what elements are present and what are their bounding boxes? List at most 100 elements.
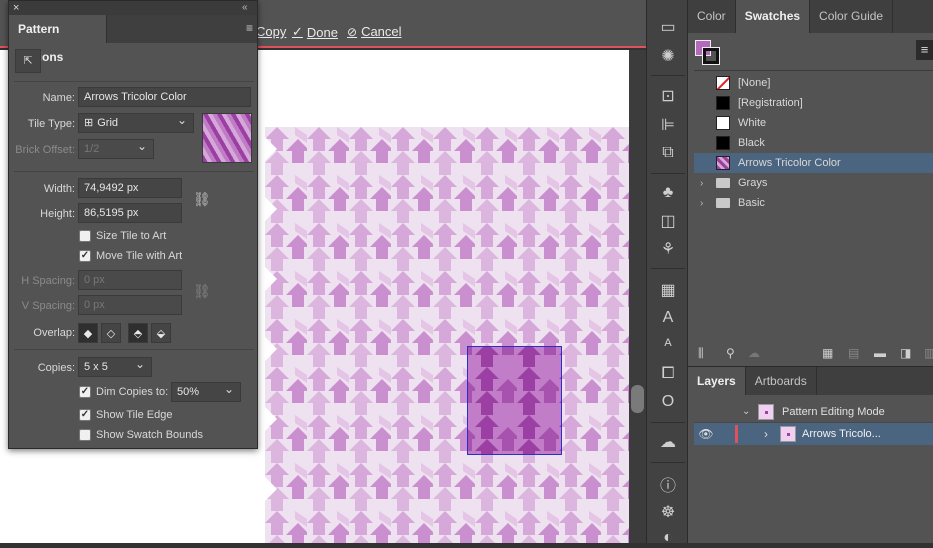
color-group-icon[interactable]: ▤ [848, 346, 859, 360]
cc-libraries-icon[interactable]: ☁ [658, 432, 678, 452]
glyphs-icon[interactable]: O [658, 392, 678, 412]
artboard-icon[interactable]: ▭ [658, 17, 678, 37]
tab-color-guide[interactable]: Color Guide [810, 0, 894, 33]
navigator-icon[interactable]: ☸ [658, 502, 678, 522]
visibility-eye-icon[interactable]: 👁 [694, 427, 718, 441]
paragraph-icon[interactable]: ᴬ [658, 336, 678, 356]
layer-thumbnail [758, 403, 774, 420]
overlap-right-in-front-button[interactable]: ◇ [101, 323, 121, 343]
panel-menu-icon[interactable]: ≡ [916, 40, 933, 60]
tab-artboards[interactable]: Artboards [746, 367, 817, 395]
pattern-tile-tool-icon[interactable]: ⇱ [15, 49, 41, 73]
swatch-group-grays[interactable]: › Grays [694, 173, 933, 193]
overlap-top-in-front-button[interactable]: ⬘ [128, 323, 148, 343]
tile-thumbnail [202, 113, 252, 163]
dim-copies-select[interactable]: 50% [171, 380, 241, 402]
delete-icon[interactable]: ▥ [924, 346, 933, 360]
tab-color[interactable]: Color [688, 0, 736, 33]
layers-panel: Layers Artboards ⌄ Pattern Editing Mode … [688, 366, 933, 543]
dialog-titlebar[interactable]: × « [9, 1, 257, 15]
graphic-styles-icon[interactable]: ◫ [658, 211, 678, 231]
tab-swatches[interactable]: Swatches [735, 0, 811, 33]
move-tile-checkbox[interactable]: ✓ Move Tile with Art [79, 250, 182, 262]
symbols-icon[interactable]: ♣ [658, 183, 678, 203]
dialog-menu-icon[interactable]: ≡ [246, 21, 253, 35]
copies-select[interactable]: 5 x 5 [78, 355, 152, 377]
folder-icon [716, 178, 730, 188]
tile-type-label: Tile Type: [27, 118, 75, 130]
v-spacing-input[interactable]: 0 px [78, 295, 182, 315]
overlap-bottom-in-front-button[interactable]: ⬙ [151, 323, 171, 343]
layer-thumbnail [780, 426, 796, 442]
h-spacing-input[interactable]: 0 px [78, 270, 182, 290]
new-swatch-icon[interactable]: ◨ [900, 346, 911, 360]
character-icon[interactable]: A [658, 308, 678, 328]
name-input[interactable]: Arrows Tricolor Color [78, 87, 251, 107]
cancel-button[interactable]: ⊘ Cancel [347, 24, 402, 39]
checkmark-icon: ✓ [292, 24, 303, 39]
new-group-icon[interactable]: ▬ [874, 346, 886, 360]
overlap-left-in-front-button[interactable]: ◆ [78, 323, 98, 343]
layer-row-selected[interactable]: 👁 › Arrows Tricolo... [694, 423, 933, 445]
swatch-options-icon[interactable]: ▦ [822, 346, 833, 360]
vertical-scrollbar[interactable] [629, 50, 646, 543]
height-input[interactable]: 86,5195 px [78, 203, 182, 223]
swatch-white[interactable]: White [694, 113, 933, 133]
chevron-down-icon[interactable]: ⌄ [742, 406, 758, 417]
chevron-right-icon[interactable]: › [700, 178, 710, 189]
width-input[interactable]: 74,9492 px [78, 178, 182, 198]
cloud-icon[interactable]: ☁ [748, 346, 760, 360]
tab-layers[interactable]: Layers [688, 367, 746, 395]
swatches-panel-tabs: Color Swatches Color Guide [688, 0, 933, 33]
swatch-arrows-tricolor[interactable]: Arrows Tricolor Color [694, 153, 933, 173]
none-swatch-chip [716, 76, 730, 90]
done-button[interactable]: ✓ Done [292, 24, 338, 40]
opentype-icon[interactable]: ⧠ [658, 364, 678, 384]
collapse-icon[interactable]: « [242, 1, 248, 15]
show-tile-edge-checkbox[interactable]: ✓ Show Tile Edge [79, 409, 172, 421]
size-tile-checkbox[interactable]: Size Tile to Art [79, 230, 166, 242]
pattern-tile[interactable] [468, 347, 561, 454]
swatch-none[interactable]: [None] [694, 73, 933, 93]
scrollbar-thumb[interactable] [631, 385, 644, 413]
info-icon[interactable]: ⓘ [658, 474, 678, 495]
close-icon[interactable]: × [13, 1, 19, 15]
tile-type-select[interactable]: ⊞ Grid [78, 111, 194, 133]
link-spacing-icon[interactable]: ⛓ [193, 283, 211, 300]
black-swatch-chip [716, 136, 730, 150]
cancel-icon: ⊘ [347, 24, 358, 39]
show-kinds-icon[interactable]: ⚲ [726, 346, 735, 360]
layers-panel-tabs: Layers Artboards [688, 367, 933, 395]
layer-row[interactable]: ⌄ Pattern Editing Mode [694, 401, 933, 423]
swatch-black[interactable]: Black [694, 133, 933, 153]
dim-copies-checkbox[interactable]: ✓ Dim Copies to: [79, 386, 168, 398]
align-icon[interactable]: ⊫ [658, 115, 678, 135]
brushes-icon[interactable]: ⚘ [658, 239, 678, 259]
swatch-group-basic[interactable]: › Basic [694, 193, 933, 213]
layer-color-indicator [735, 425, 738, 443]
pathfinder-icon[interactable]: ⧉ [658, 143, 678, 163]
pattern-preview[interactable] [265, 127, 629, 543]
copies-label: Copies: [37, 362, 75, 374]
swatch-registration[interactable]: [Registration] [694, 93, 933, 113]
brick-offset-label: Brick Offset: [15, 144, 75, 156]
copy-button[interactable]: Copy [256, 24, 286, 39]
stroke-swatch[interactable] [702, 47, 720, 65]
folder-icon [716, 198, 730, 208]
chevron-right-icon[interactable]: › [700, 198, 710, 209]
pattern-options-dialog: × « Pattern Options ≡ ⇱ Name: Arrows Tri… [8, 0, 258, 449]
registration-swatch-chip [716, 96, 730, 110]
layers-stack-icon[interactable]: ▦ [658, 280, 678, 300]
panel-icon-strip: ▭ ✺ ⊡ ⊫ ⧉ ♣ ◫ ⚘ ▦ A ᴬ ⧠ O ☁ ⓘ ☸ ◐ [646, 0, 688, 546]
link-dimensions-icon[interactable]: ⛓ [193, 191, 211, 208]
more-icon[interactable]: ◐ [658, 528, 678, 548]
v-spacing-label: V Spacing: [21, 300, 75, 312]
overlap-label: Overlap: [33, 327, 75, 339]
dialog-title: Pattern Options [9, 15, 107, 64]
chevron-right-icon[interactable]: › [764, 427, 780, 441]
transform-icon[interactable]: ⊡ [658, 86, 678, 106]
show-swatch-bounds-checkbox[interactable]: Show Swatch Bounds [79, 429, 203, 441]
appearance-icon[interactable]: ✺ [658, 46, 678, 66]
brick-offset-select[interactable]: 1/2 [78, 137, 154, 159]
swatch-libraries-icon[interactable]: ⫼ [698, 346, 704, 361]
